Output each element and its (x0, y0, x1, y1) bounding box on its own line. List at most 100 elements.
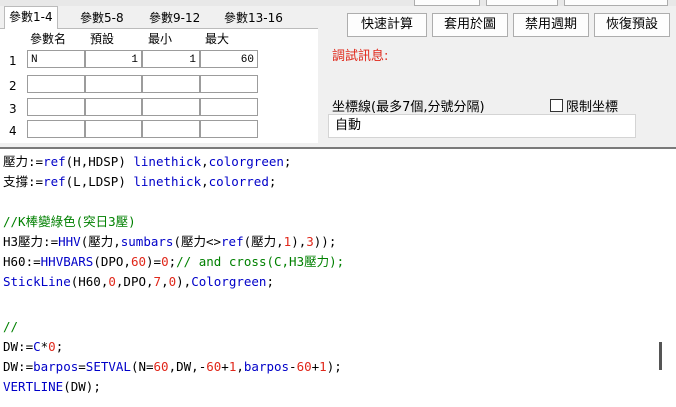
header-max: 最大 (205, 32, 230, 46)
code-token: 0 (161, 254, 169, 269)
code-token: 0 (168, 274, 177, 289)
param-max-field[interactable] (200, 75, 258, 93)
code-token: HHV (58, 234, 81, 249)
param-min-field[interactable] (142, 75, 200, 93)
code-token: ; (283, 154, 292, 169)
code-token: //K棒變綠色(突日3壓) (3, 214, 136, 229)
header-param-name: 參數名 (30, 32, 67, 46)
code-token: 支撐:= (3, 174, 44, 189)
code-token: (H,HDSP) (65, 154, 134, 169)
code-token: ), (291, 234, 307, 249)
row-number: 4 (9, 124, 17, 138)
param-max-field[interactable]: 60 (200, 50, 258, 68)
code-token: linethick (133, 174, 202, 189)
code-token: sumbars (120, 234, 174, 249)
code-token: linethick (133, 154, 202, 169)
limit-coord-checkbox[interactable]: 限制坐標 (550, 96, 618, 115)
checkbox-icon[interactable] (550, 99, 563, 112)
code-token: , (161, 274, 169, 289)
apply-to-chart-button[interactable]: 套用於圖 (432, 13, 508, 37)
code-token: (H60, (70, 274, 109, 289)
code-token: )= (146, 254, 162, 269)
code-token: ); (326, 359, 342, 374)
param-panel: 參數名 預設 最小 最大 1 N 1 1 60 2 3 4 (0, 28, 318, 143)
code-token: ; (268, 174, 277, 189)
coord-line-label: 坐標線(最多7個,分號分隔) (332, 100, 485, 115)
quick-calc-button[interactable]: 快速計算 (347, 13, 427, 37)
code-token: 0 (108, 274, 116, 289)
code-token: // and cross(C,H3壓力); (176, 254, 345, 269)
row-number: 1 (9, 54, 17, 68)
tab-params-9-12[interactable]: 參數9-12 (145, 8, 204, 28)
code-token: ; (266, 274, 274, 289)
header-default: 預設 (90, 32, 115, 46)
param-min-field[interactable]: 1 (142, 50, 200, 68)
code-token: ref (43, 154, 66, 169)
code-token: ref (43, 174, 66, 189)
code-token: , (201, 154, 209, 169)
coord-line-input[interactable]: 自動 (328, 114, 636, 138)
code-token: colorred (208, 174, 269, 189)
code-token: ; (55, 339, 64, 354)
code-token: 3 (306, 234, 314, 249)
restore-default-button[interactable]: 恢復預設 (594, 13, 670, 37)
code-line: // (3, 317, 18, 337)
param-name-field[interactable] (27, 98, 85, 116)
code-token: 1 (319, 359, 327, 374)
code-token: DW:= (3, 339, 34, 354)
tab-params-13-16[interactable]: 參數13-16 (220, 8, 287, 28)
row-number: 2 (9, 79, 17, 93)
param-default-field[interactable] (85, 98, 142, 116)
code-token: ref (221, 234, 244, 249)
param-default-field[interactable]: 1 (85, 50, 142, 68)
tab-params-5-8[interactable]: 參數5-8 (76, 8, 128, 28)
code-line: 支撐:=ref(L,LDSP) linethick,colorred; (3, 172, 276, 192)
code-token: 60 (130, 254, 147, 269)
code-token: H60:= (3, 254, 41, 269)
code-editor[interactable]: 壓力:=ref(H,HDSP) linethick,colorgreen; 支撐:… (0, 147, 676, 407)
code-token: , (201, 174, 209, 189)
code-token: SETVAL (85, 359, 131, 374)
param-name-field[interactable] (27, 120, 85, 138)
code-token: H3壓力:= (3, 234, 59, 249)
param-min-field[interactable] (142, 120, 200, 138)
code-token: (DW); (63, 379, 101, 394)
code-token: ), (176, 274, 192, 289)
row-number: 3 (9, 102, 17, 116)
param-name-field[interactable] (27, 75, 85, 93)
code-token: VERTLINE (3, 379, 64, 394)
disable-period-button[interactable]: 禁用週期 (513, 13, 589, 37)
code-token: (N= (130, 359, 154, 374)
code-token: , (236, 359, 244, 374)
partial-button[interactable] (564, 0, 668, 6)
tab-params-1-4[interactable]: 參數1-4 (4, 6, 58, 29)
debug-label: 調試訊息: (332, 49, 389, 64)
code-token: - (289, 359, 297, 374)
code-token: + (221, 359, 229, 374)
param-default-field[interactable] (85, 120, 142, 138)
param-max-field[interactable] (200, 98, 258, 116)
partial-button[interactable] (486, 0, 558, 6)
code-line: H60:=HHVBARS(DPO,60)=0;// and cross(C,H3… (3, 252, 344, 272)
code-token: ,DW,- (168, 359, 207, 374)
code-token: (壓力, (80, 234, 121, 249)
code-token: Colorgreen (191, 274, 267, 289)
scrollbar-thumb[interactable] (659, 342, 662, 370)
param-name-field[interactable]: N (27, 50, 85, 68)
param-min-field[interactable] (142, 98, 200, 116)
limit-coord-label: 限制坐標 (566, 100, 619, 115)
code-line: VERTLINE(DW); (3, 377, 101, 397)
code-token: 0 (48, 339, 56, 354)
param-default-field[interactable] (85, 75, 142, 93)
partial-button[interactable] (414, 0, 480, 6)
code-token: DW:= (3, 359, 34, 374)
code-token: barpos (33, 359, 79, 374)
code-token: ,DPO, (115, 274, 154, 289)
code-line: DW:=barpos=SETVAL(N=60,DW,-60+1,barpos-6… (3, 357, 342, 377)
code-token: HHVBARS (40, 254, 94, 269)
code-token: C (33, 339, 41, 354)
code-token: (壓力, (243, 234, 284, 249)
code-token: 60 (153, 359, 169, 374)
param-max-field[interactable] (200, 120, 258, 138)
code-token: = (78, 359, 86, 374)
